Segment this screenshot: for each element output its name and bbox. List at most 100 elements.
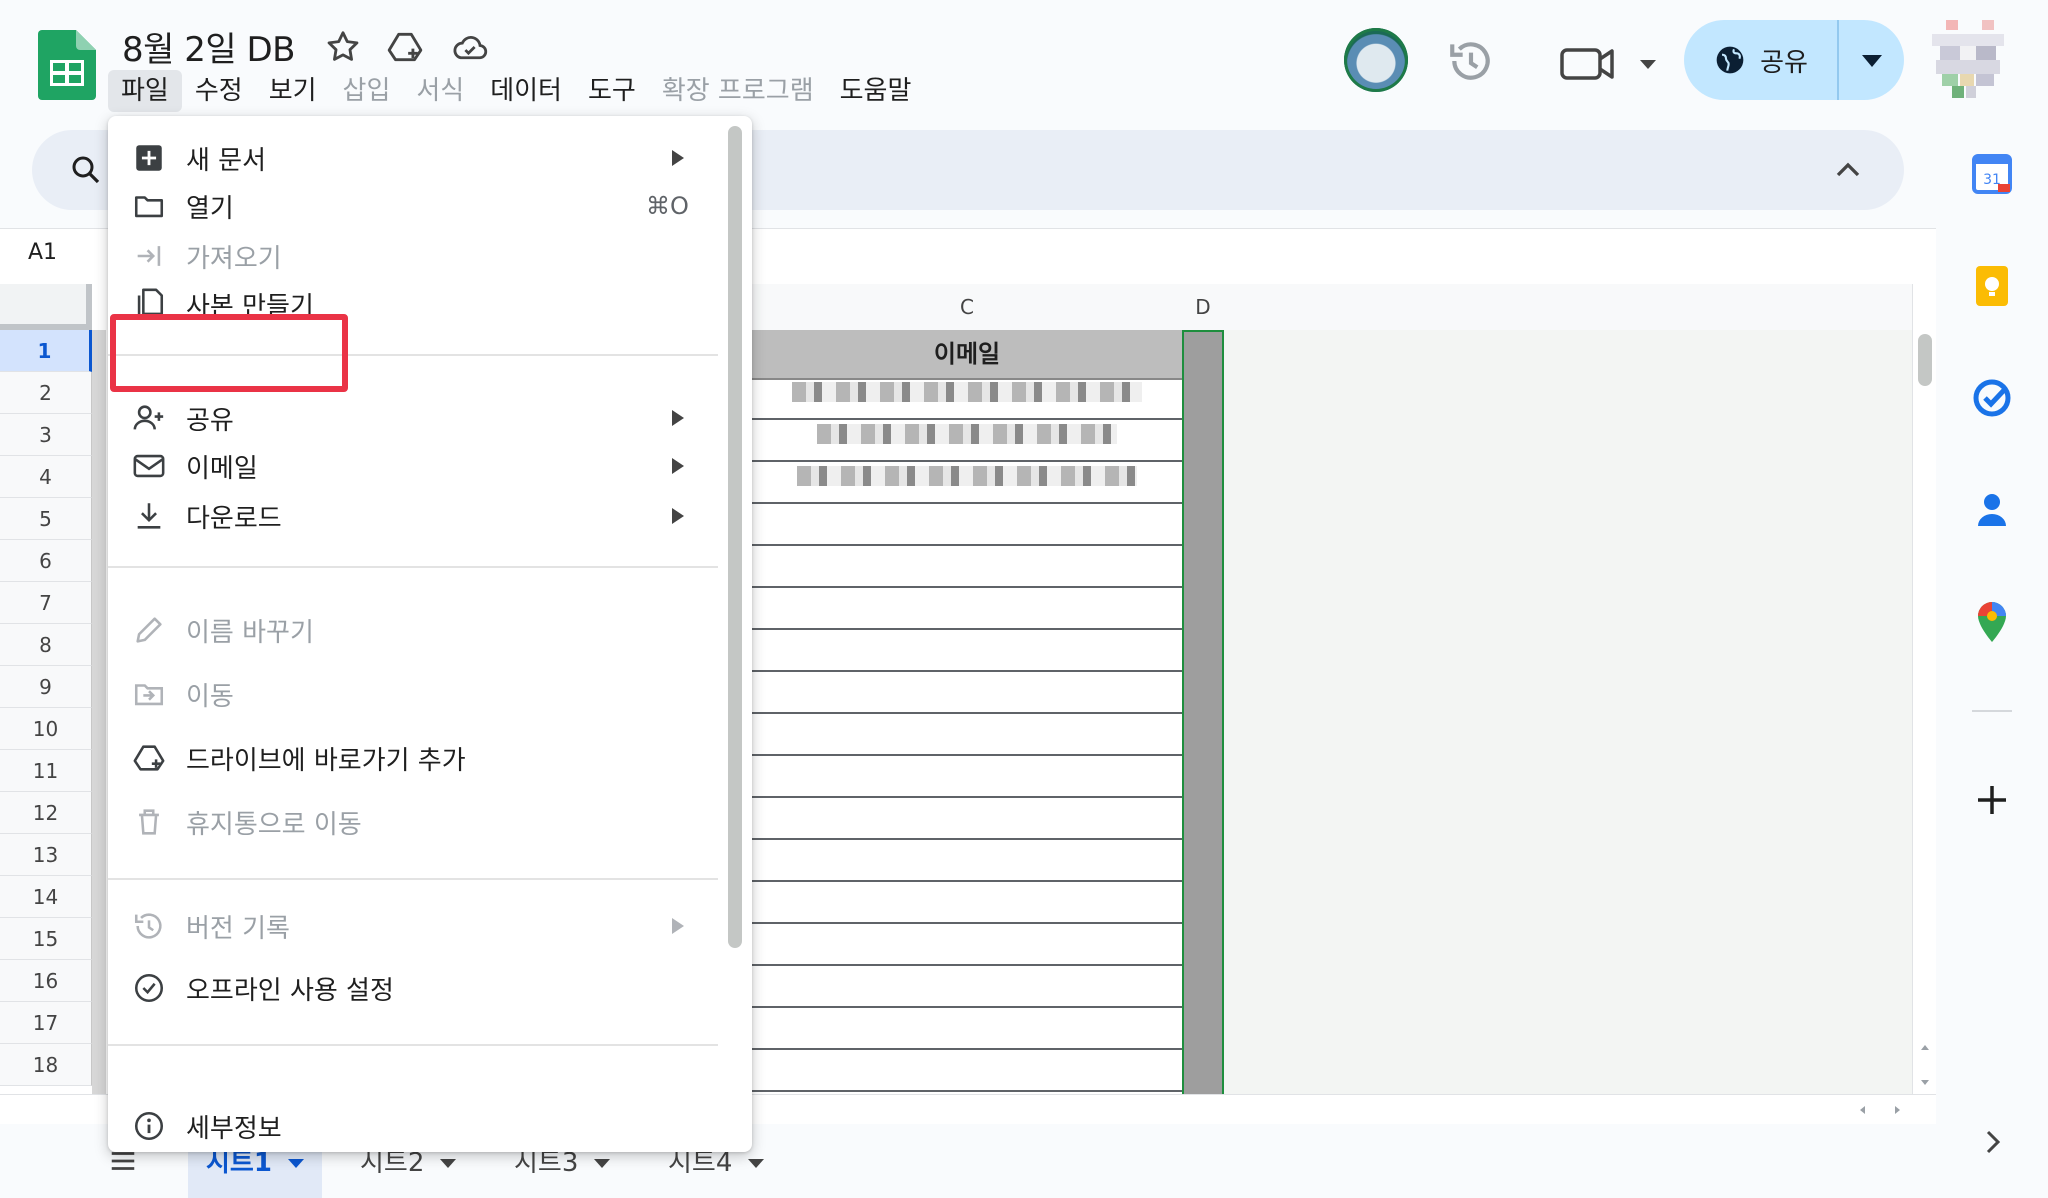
row-header-9[interactable]: 9 bbox=[0, 666, 92, 708]
menu-format[interactable]: 서식 bbox=[403, 70, 477, 112]
row-header-11[interactable]: 11 bbox=[0, 750, 92, 792]
cloud-saved-icon[interactable] bbox=[450, 28, 488, 66]
row-header-15[interactable]: 15 bbox=[0, 918, 92, 960]
menu-item-label: 공유 bbox=[186, 405, 234, 436]
row-gridline bbox=[752, 796, 1182, 798]
menu-separator bbox=[108, 1044, 718, 1046]
menu-insert[interactable]: 삽입 bbox=[330, 70, 404, 112]
account-avatar[interactable] bbox=[1932, 20, 2004, 102]
cell-c1[interactable]: 이메일 bbox=[752, 330, 1182, 380]
file-menu-item-trash[interactable]: 휴지통으로 이동 bbox=[108, 790, 718, 854]
submenu-arrow-icon bbox=[672, 150, 684, 166]
move-folder-icon bbox=[132, 677, 166, 711]
calendar-icon[interactable]: 31 bbox=[1968, 150, 2016, 198]
row-header-18[interactable]: 18 bbox=[0, 1044, 92, 1086]
scroll-down-arrow-icon[interactable] bbox=[1918, 1074, 1932, 1093]
menu-tools[interactable]: 도구 bbox=[575, 70, 649, 112]
column-header-d[interactable]: D bbox=[1182, 284, 1225, 331]
file-menu-item-offline-check[interactable]: 오프라인 사용 설정 bbox=[108, 956, 718, 1020]
collaborator-avatar[interactable] bbox=[1344, 28, 1408, 92]
menu-data[interactable]: 데이터 bbox=[477, 70, 575, 112]
scroll-left-arrow-icon[interactable] bbox=[1856, 1102, 1870, 1121]
share-dropdown-button[interactable] bbox=[1840, 20, 1904, 100]
menu-bar: 파일 수정 보기 삽입 서식 데이터 도구 확장 프로그램 도움말 bbox=[108, 70, 924, 114]
row-header-5[interactable]: 5 bbox=[0, 498, 92, 540]
column-header-strip bbox=[1224, 284, 1936, 331]
row-gridline bbox=[752, 838, 1182, 840]
row-gridline bbox=[752, 502, 1182, 504]
column-c-cells[interactable] bbox=[752, 378, 1182, 1094]
file-menu-dropdown: 새 문서 열기 ⌘O 가져오기 사본 만들기 공유 이메일 다운로드 이름 바꾸기 이동 드라이브에… bbox=[108, 116, 752, 1152]
maps-icon[interactable] bbox=[1968, 598, 2016, 646]
file-menu-item-move-folder[interactable]: 이동 bbox=[108, 662, 718, 726]
row-header-1[interactable]: 1 bbox=[0, 330, 92, 372]
row-header-13[interactable]: 13 bbox=[0, 834, 92, 876]
meet-video-icon[interactable] bbox=[1556, 38, 1666, 88]
vertical-scroll-thumb[interactable] bbox=[1918, 334, 1932, 386]
add-addon-icon[interactable] bbox=[1968, 776, 2016, 824]
file-menu-item-download[interactable]: 다운로드 bbox=[108, 484, 718, 548]
row-header-16[interactable]: 16 bbox=[0, 960, 92, 1002]
select-all-corner[interactable] bbox=[0, 284, 92, 330]
menu-item-label: 드라이브에 바로가기 추가 bbox=[186, 745, 466, 776]
file-menu-item-drive-add[interactable]: 드라이브에 바로가기 추가 bbox=[108, 726, 718, 790]
column-header-c[interactable]: C bbox=[752, 284, 1183, 331]
menu-file[interactable]: 파일 bbox=[108, 70, 182, 112]
svg-text:31: 31 bbox=[1983, 172, 2001, 188]
row-header-10[interactable]: 10 bbox=[0, 708, 92, 750]
name-box[interactable]: A1 bbox=[28, 240, 57, 265]
caret-down-icon[interactable] bbox=[748, 1158, 765, 1168]
offline-check-icon bbox=[132, 971, 166, 1005]
scroll-right-arrow-icon[interactable] bbox=[1890, 1102, 1904, 1121]
trash-icon bbox=[132, 805, 166, 839]
menu-item-label: 가져오기 bbox=[186, 243, 282, 274]
row-header-17[interactable]: 17 bbox=[0, 1002, 92, 1044]
redacted-email-cell[interactable] bbox=[792, 382, 1142, 402]
share-label: 공유 bbox=[1760, 47, 1808, 78]
row-gridline bbox=[752, 754, 1182, 756]
scroll-up-arrow-icon[interactable] bbox=[1918, 1040, 1932, 1059]
file-menu-item-pencil[interactable]: 이름 바꾸기 bbox=[108, 598, 718, 662]
row-gridline bbox=[752, 1048, 1182, 1050]
file-menu-item-history[interactable]: 버전 기록 bbox=[108, 894, 718, 958]
row-header-3[interactable]: 3 bbox=[0, 414, 92, 456]
caret-down-icon[interactable] bbox=[594, 1158, 611, 1168]
version-history-icon[interactable] bbox=[1446, 36, 1496, 86]
row-gridline bbox=[752, 964, 1182, 966]
expand-panel-icon[interactable] bbox=[1968, 1118, 2016, 1166]
star-icon[interactable] bbox=[324, 28, 362, 66]
row-header-14[interactable]: 14 bbox=[0, 876, 92, 918]
menu-item-label: 이동 bbox=[186, 681, 234, 712]
menu-help[interactable]: 도움말 bbox=[827, 70, 925, 112]
sheets-logo-icon[interactable] bbox=[38, 30, 96, 100]
contacts-icon[interactable] bbox=[1968, 486, 2016, 534]
menu-extensions[interactable]: 확장 프로그램 bbox=[649, 70, 827, 112]
file-menu-item-info[interactable]: 세부정보 bbox=[108, 1094, 718, 1152]
tasks-icon[interactable] bbox=[1968, 374, 2016, 422]
row-header-2[interactable]: 2 bbox=[0, 372, 92, 414]
menu-scrollbar-thumb[interactable] bbox=[728, 126, 742, 948]
row-header-7[interactable]: 7 bbox=[0, 582, 92, 624]
row-header-6[interactable]: 6 bbox=[0, 540, 92, 582]
redacted-email-cell[interactable] bbox=[797, 466, 1137, 486]
row-header-12[interactable]: 12 bbox=[0, 792, 92, 834]
keep-notes-icon[interactable] bbox=[1968, 262, 2016, 310]
menu-edit[interactable]: 수정 bbox=[182, 70, 256, 112]
mail-icon bbox=[132, 449, 166, 483]
chevron-up-icon[interactable] bbox=[1828, 150, 1868, 190]
move-to-drive-icon[interactable] bbox=[386, 28, 424, 66]
share-button[interactable]: 공유 bbox=[1684, 20, 1838, 100]
document-title[interactable]: 8월 2일 DB bbox=[122, 22, 295, 71]
row-header-4[interactable]: 4 bbox=[0, 456, 92, 498]
row-gridline bbox=[752, 922, 1182, 924]
vertical-scrollbar[interactable] bbox=[1912, 284, 1937, 1094]
caret-down-icon[interactable] bbox=[440, 1158, 457, 1168]
add-person-icon bbox=[132, 401, 166, 435]
menu-view[interactable]: 보기 bbox=[256, 70, 330, 112]
submenu-arrow-icon bbox=[672, 410, 684, 426]
caret-down-icon[interactable] bbox=[287, 1158, 304, 1168]
row-header-8[interactable]: 8 bbox=[0, 624, 92, 666]
redacted-email-cell[interactable] bbox=[817, 424, 1117, 444]
drive-add-icon bbox=[132, 741, 166, 775]
selected-column-d[interactable] bbox=[1182, 330, 1224, 1094]
